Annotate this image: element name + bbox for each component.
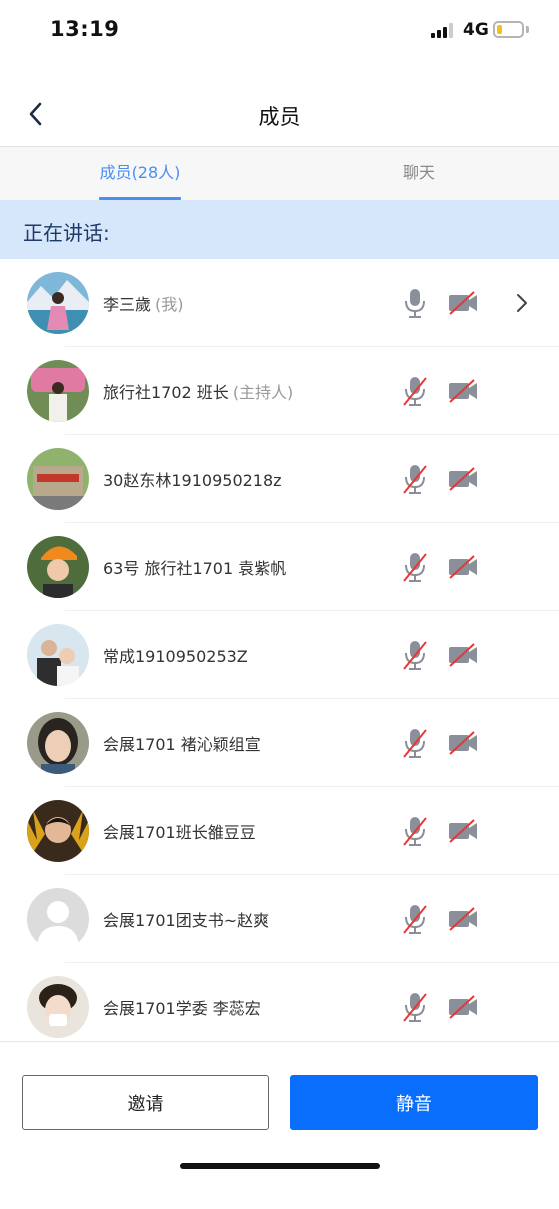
- member-tag: (我): [155, 295, 184, 314]
- avatar: [27, 448, 89, 510]
- microphone-icon[interactable]: [401, 287, 429, 319]
- speaking-banner: 正在讲话:: [0, 200, 559, 259]
- avatar: [27, 800, 89, 862]
- invite-button[interactable]: 邀请: [22, 1075, 269, 1130]
- avatar: [27, 712, 89, 774]
- camera-off-icon[interactable]: [447, 993, 479, 1021]
- battery-tip: [526, 26, 529, 33]
- status-bar: 13:19 4G: [0, 0, 559, 60]
- member-name: 李三歲 (我): [103, 295, 184, 314]
- member-name: 旅行社1702 班长 (主持人): [103, 383, 294, 402]
- camera-off-icon[interactable]: [447, 729, 479, 757]
- camera-off-icon[interactable]: [447, 289, 479, 317]
- avatar: [27, 976, 89, 1038]
- tab-members[interactable]: 成员(28人): [50, 147, 230, 200]
- camera-off-icon[interactable]: [447, 377, 479, 405]
- bottom-action-bar: 邀请 静音: [0, 1041, 559, 1209]
- member-row[interactable]: 30赵东林1910950218z: [0, 435, 559, 523]
- member-row[interactable]: 会展1701学委 李蕊宏: [0, 963, 559, 1041]
- member-name: 会展1701团支书~赵爽: [103, 911, 270, 930]
- member-name: 30赵东林1910950218z: [103, 471, 282, 490]
- battery-icon: [493, 21, 524, 38]
- nav-bar: 成员: [0, 85, 559, 147]
- member-row[interactable]: 63号 旅行社1701 袁紫帆: [0, 523, 559, 611]
- member-name: 63号 旅行社1701 袁紫帆: [103, 559, 287, 578]
- microphone-muted-icon[interactable]: [401, 551, 429, 583]
- member-row[interactable]: 常成1910950253Z: [0, 611, 559, 699]
- avatar: [27, 624, 89, 686]
- network-type: 4G: [463, 20, 489, 40]
- microphone-muted-icon[interactable]: [401, 639, 429, 671]
- member-row[interactable]: 会展1701班长雒豆豆: [0, 787, 559, 875]
- microphone-muted-icon[interactable]: [401, 991, 429, 1023]
- camera-off-icon[interactable]: [447, 465, 479, 493]
- tab-bar: 成员(28人) 聊天: [0, 147, 559, 200]
- member-name: 会展1701学委 李蕊宏: [103, 999, 261, 1018]
- member-tag: (主持人): [232, 383, 294, 402]
- member-row[interactable]: 旅行社1702 班长 (主持人): [0, 347, 559, 435]
- microphone-muted-icon[interactable]: [401, 727, 429, 759]
- member-row[interactable]: 会展1701团支书~赵爽: [0, 875, 559, 963]
- home-indicator[interactable]: [180, 1163, 380, 1169]
- member-name: 会展1701班长雒豆豆: [103, 823, 256, 842]
- microphone-muted-icon[interactable]: [401, 463, 429, 495]
- mute-all-button[interactable]: 静音: [290, 1075, 538, 1130]
- member-list: 李三歲 (我) 旅行社1702 班长 (主持人) 30赵东林1910950218…: [0, 259, 559, 1041]
- page-title: 成员: [258, 105, 301, 129]
- member-name: 会展1701 褚沁颖组宣: [103, 735, 261, 754]
- microphone-muted-icon[interactable]: [401, 903, 429, 935]
- tab-chat[interactable]: 聊天: [329, 147, 509, 200]
- microphone-muted-icon[interactable]: [401, 375, 429, 407]
- camera-off-icon[interactable]: [447, 641, 479, 669]
- member-name: 常成1910950253Z: [103, 647, 248, 666]
- default-avatar-icon: [27, 888, 89, 950]
- status-time: 13:19: [50, 17, 120, 41]
- member-row[interactable]: 会展1701 褚沁颖组宣: [0, 699, 559, 787]
- chevron-right-icon[interactable]: [511, 291, 533, 315]
- member-row[interactable]: 李三歲 (我): [0, 259, 559, 347]
- microphone-muted-icon[interactable]: [401, 815, 429, 847]
- avatar: [27, 536, 89, 598]
- camera-off-icon[interactable]: [447, 553, 479, 581]
- avatar: [27, 272, 89, 334]
- camera-off-icon[interactable]: [447, 817, 479, 845]
- avatar: [27, 360, 89, 422]
- speaking-label: 正在讲话:: [23, 221, 110, 245]
- camera-off-icon[interactable]: [447, 905, 479, 933]
- cellular-signal-icon: [431, 22, 457, 38]
